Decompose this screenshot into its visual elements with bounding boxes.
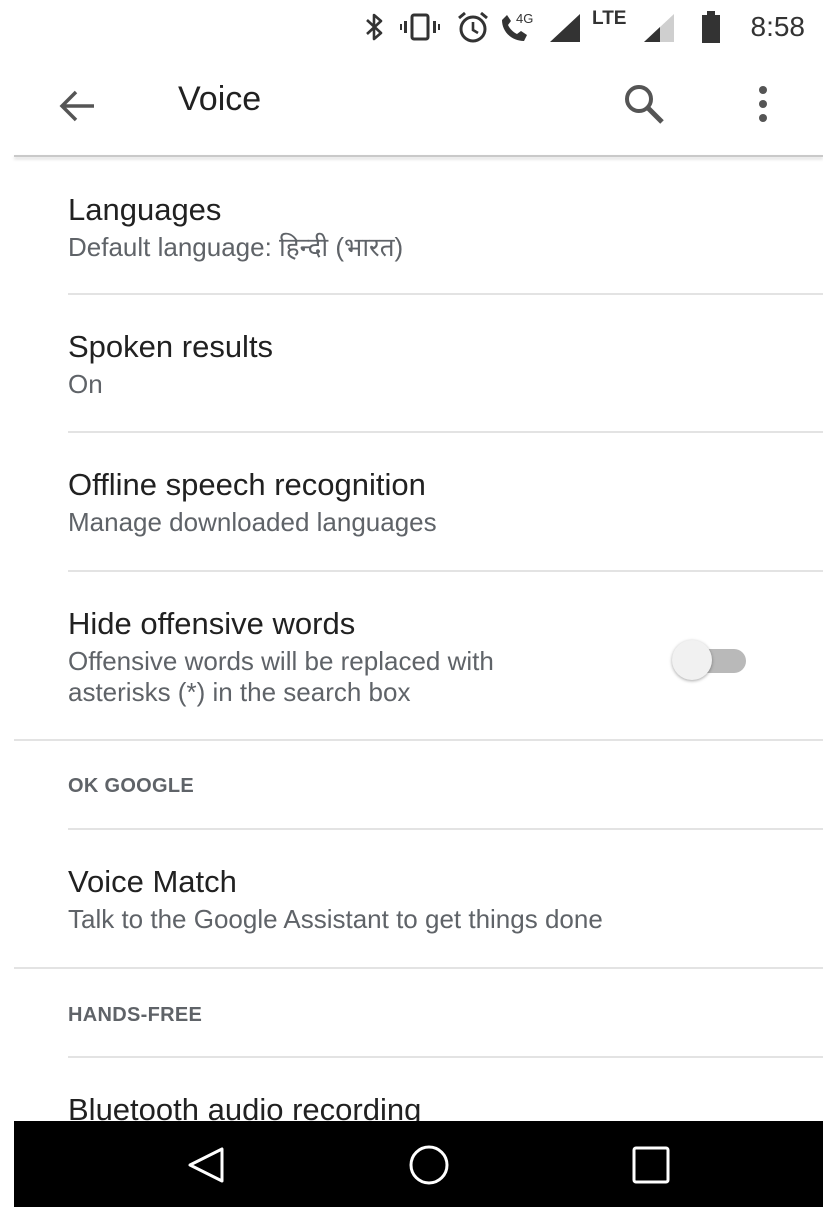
alarm-icon bbox=[456, 10, 490, 44]
more-vert-icon[interactable] bbox=[745, 80, 781, 128]
status-bar: 4G LTE 8:58 bbox=[0, 0, 823, 54]
signal-icon bbox=[642, 10, 676, 44]
back-triangle-icon[interactable] bbox=[182, 1143, 232, 1187]
setting-title: Bluetooth audio recording bbox=[68, 1092, 422, 1121]
arrow-back-icon[interactable] bbox=[56, 84, 100, 128]
setting-voice-match[interactable]: Voice Match Talk to the Google Assistant… bbox=[0, 830, 823, 967]
setting-languages[interactable]: Languages Default language: हिन्दी (भारत… bbox=[0, 158, 823, 294]
clock-time: 8:58 bbox=[750, 11, 806, 42]
setting-subtitle: Talk to the Google Assistant to get thin… bbox=[68, 904, 603, 934]
page-title: Voice bbox=[178, 80, 262, 118]
setting-title: Spoken results bbox=[68, 329, 274, 364]
volte-call-icon: 4G bbox=[498, 10, 538, 44]
section-divider bbox=[14, 967, 823, 969]
signal-icon bbox=[548, 10, 582, 44]
bluetooth-icon bbox=[364, 10, 386, 44]
home-circle-icon[interactable] bbox=[404, 1143, 454, 1187]
app-bar: Voice bbox=[0, 54, 823, 156]
setting-subtitle-line-2: asterisks (*) in the search box bbox=[68, 677, 411, 707]
section-header-ok-google: OK GOOGLE bbox=[68, 775, 195, 797]
setting-offline-speech-recognition[interactable]: Offline speech recognition Manage downlo… bbox=[0, 433, 823, 570]
setting-spoken-results[interactable]: Spoken results On bbox=[0, 295, 823, 431]
setting-subtitle: Default language: हिन्दी (भारत) bbox=[68, 232, 404, 262]
recents-square-icon[interactable] bbox=[626, 1143, 676, 1187]
search-icon[interactable] bbox=[620, 80, 668, 128]
setting-subtitle-line-1: Offensive words will be replaced with bbox=[68, 646, 494, 676]
setting-bluetooth-audio-recording[interactable]: Bluetooth audio recording bbox=[0, 1058, 823, 1121]
toggle-thumb bbox=[672, 640, 712, 680]
app-bar-divider bbox=[14, 155, 823, 157]
setting-title: Languages bbox=[68, 192, 222, 227]
setting-title: Voice Match bbox=[68, 864, 237, 899]
setting-title: Hide offensive words bbox=[68, 606, 356, 641]
system-navigation-bar bbox=[14, 1121, 823, 1207]
setting-subtitle: Manage downloaded languages bbox=[68, 507, 437, 537]
section-header-hands-free: HANDS-FREE bbox=[68, 1004, 203, 1026]
setting-subtitle: On bbox=[68, 369, 103, 399]
vibrate-icon bbox=[400, 10, 440, 44]
setting-title: Offline speech recognition bbox=[68, 467, 426, 502]
network-label: LTE bbox=[592, 8, 627, 29]
hide-offensive-words-toggle[interactable] bbox=[672, 640, 748, 680]
battery-icon bbox=[700, 10, 722, 44]
section-divider bbox=[14, 739, 823, 741]
svg-text:4G: 4G bbox=[516, 11, 533, 26]
